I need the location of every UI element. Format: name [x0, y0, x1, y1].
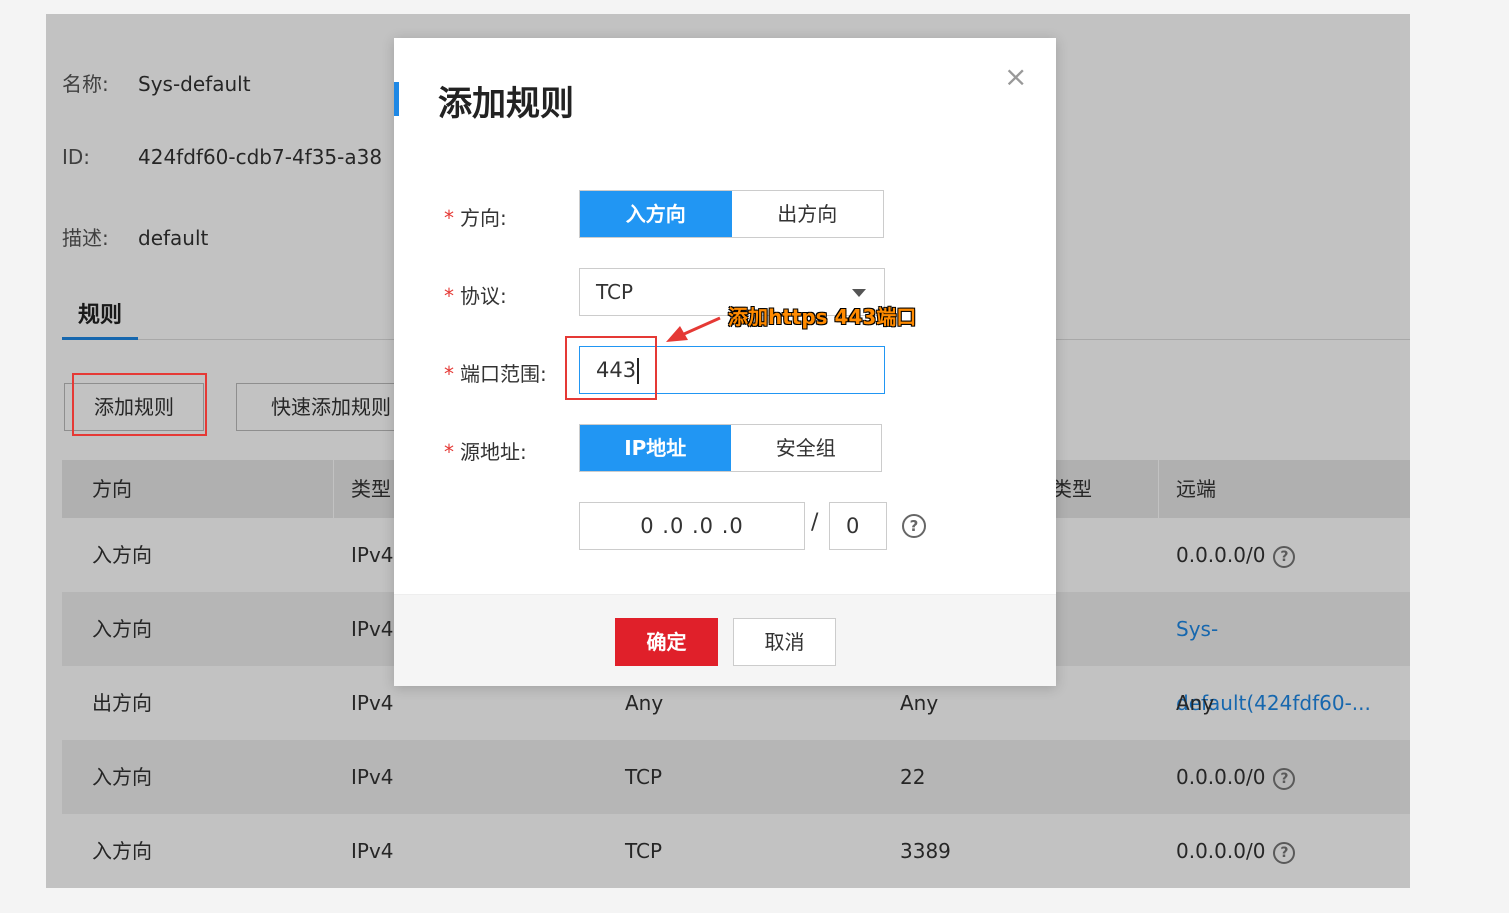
- annotation-arrow-icon: [666, 316, 721, 342]
- annotation-note: 添加https 443端口: [728, 305, 917, 329]
